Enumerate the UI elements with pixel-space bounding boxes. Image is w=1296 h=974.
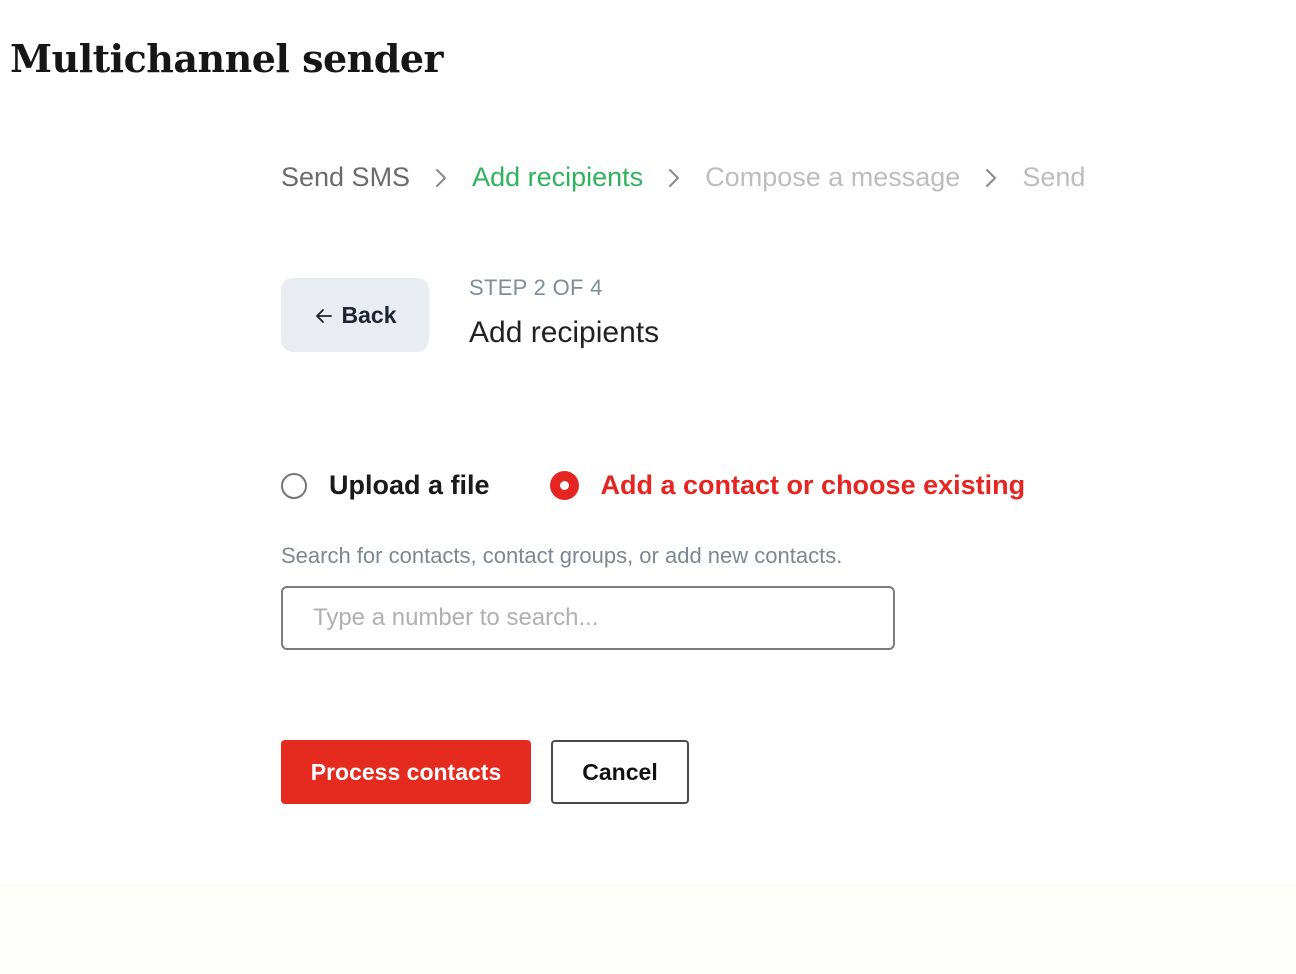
breadcrumb-step-send: Send: [1022, 162, 1086, 192]
cancel-button[interactable]: Cancel: [551, 740, 689, 804]
chevron-right-icon: [661, 165, 687, 191]
radio-upload-file[interactable]: Upload a file: [281, 470, 490, 501]
radio-add-contact[interactable]: Add a contact or choose existing: [549, 470, 1026, 501]
step-breadcrumb: Send SMS Add recipients Compose a messag…: [281, 162, 1085, 193]
radio-checked-icon[interactable]: [549, 471, 579, 500]
contact-search-input[interactable]: [281, 586, 895, 650]
step-indicator: STEP 2 OF 4: [469, 275, 603, 300]
radio-label-add-contact: Add a contact or choose existing: [600, 470, 1026, 500]
breadcrumb-step-compose-message: Compose a message: [705, 162, 961, 192]
process-contacts-button[interactable]: Process contacts: [281, 740, 531, 804]
chevron-right-icon: [428, 165, 454, 191]
step-title: Add recipients: [469, 316, 660, 349]
radio-unchecked-icon[interactable]: [281, 472, 307, 499]
breadcrumb-step-add-recipients[interactable]: Add recipients: [472, 162, 643, 193]
back-button[interactable]: Back: [281, 278, 429, 352]
arrow-left-icon: [314, 305, 334, 325]
page-footer-area: [0, 884, 1296, 974]
page-title: Multichannel sender: [10, 36, 444, 81]
breadcrumb-step-send-sms[interactable]: Send SMS: [281, 162, 410, 193]
search-helper-text: Search for contacts, contact groups, or …: [281, 543, 843, 568]
back-button-label: Back: [341, 301, 397, 328]
radio-label-upload-file: Upload a file: [329, 470, 490, 500]
recipient-mode-radio-group: Upload a file Add a contact or choose ex…: [281, 470, 1025, 501]
chevron-right-icon: [978, 165, 1004, 191]
